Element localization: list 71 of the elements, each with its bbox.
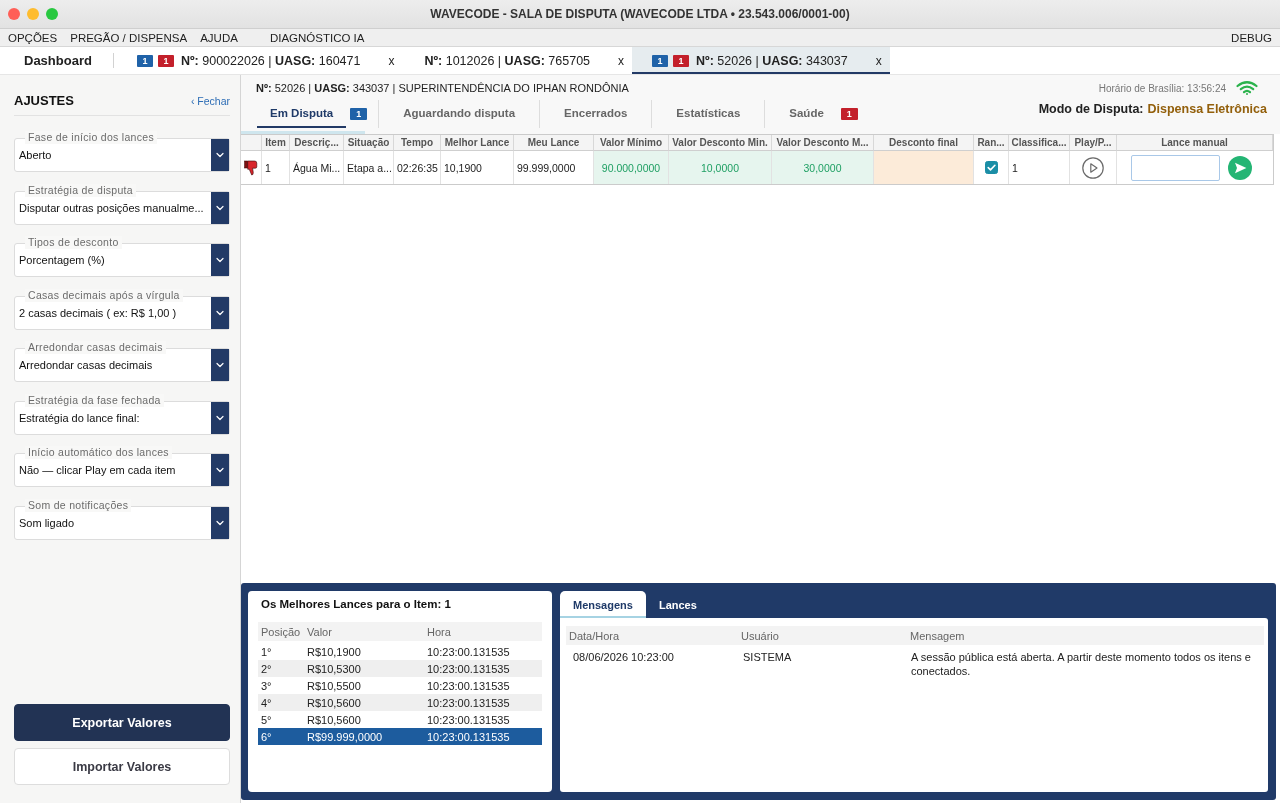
mode-value: Dispensa Eletrônica <box>1147 102 1267 116</box>
column-header: Mensagem <box>909 629 966 642</box>
table-cell: 30,0000 <box>772 151 874 184</box>
field-label: Arredondar casas decimais <box>25 341 166 354</box>
field-label: Casas decimais após a vírgula <box>25 288 183 302</box>
column-header: Meu Lance <box>514 135 594 151</box>
column-header: Lance manual <box>1117 135 1273 151</box>
table-cell-text: R$10,5500 <box>306 679 362 692</box>
table-cell-text: 10:23:00.131535 <box>426 730 511 743</box>
column-header: Valor Desconto M... <box>772 135 874 151</box>
table-cell-text: 10:23:00.131535 <box>426 713 511 726</box>
column-header: Ran... <box>974 135 1009 151</box>
clock-text: Horário de Brasília: 13:56:24 <box>1098 82 1226 94</box>
table-cell-text: 1° <box>260 645 273 658</box>
column-header: Valor <box>306 625 333 638</box>
table-cell-text: 4° <box>260 696 273 709</box>
sidebar-title: AJUSTES <box>14 93 74 109</box>
table-cell-text: R$10,1900 <box>306 645 362 658</box>
field-label: Estratégia de disputa <box>25 183 136 197</box>
field-label: Início automático dos lances <box>25 446 172 459</box>
table-cell: 10,1900 <box>441 151 514 184</box>
table-cell-text: 10:23:00.131535 <box>426 696 511 709</box>
table-cell: Etapa a... <box>344 151 394 184</box>
column-header: Data/Hora <box>568 629 621 642</box>
mode-label: Modo de Disputa: <box>1038 102 1144 116</box>
column-header: Valor Mínimo <box>594 135 669 151</box>
table-cell: 02:26:35 <box>394 151 441 184</box>
column-header: Play/P... <box>1070 135 1117 151</box>
table-cell: 1 <box>262 151 290 184</box>
table-cell-text: 3° <box>260 679 273 692</box>
column-header: Melhor Lance <box>441 135 514 151</box>
table-cell: 1 <box>1009 151 1070 184</box>
column-header: Posição <box>260 625 302 638</box>
table-cell: 90.000,0000 <box>594 151 669 184</box>
table-cell-text: R$10,5600 <box>306 713 362 726</box>
message-text: A sessão pública está aberta. A partir deste momento todos os itens e conectados. <box>910 650 1252 678</box>
table-cell-text: 10:23:00.131535 <box>426 662 511 675</box>
table-cell-text: R$99.999,0000 <box>306 730 384 743</box>
count-badge: 1 <box>840 108 858 120</box>
table-cell: Água Mi... <box>290 151 344 184</box>
table-cell-text: R$10,5300 <box>306 662 362 675</box>
table-cell-text: 5° <box>260 713 273 726</box>
window-title: WAVECODE - SALA DE DISPUTA (WAVECODE LTDA • 23.543.006/0001-00) <box>430 7 850 21</box>
table-cell: 10,0000 <box>669 151 772 184</box>
table-cell-text: 10:23:00.131535 <box>426 645 511 658</box>
table-cell-text: 10:23:00.131535 <box>426 679 511 692</box>
column-header: Classifica... <box>1009 135 1070 151</box>
count-badge: 1 <box>137 54 153 67</box>
count-badge: 1 <box>350 108 368 120</box>
field-label: Fase de início dos lances <box>25 131 157 144</box>
process-info: Nº: 52026 | UASG: 343037 | SUPERINTENDÊNCIA DO IPHAN RONDÔNIA <box>256 82 629 94</box>
count-badge: 1 <box>673 54 690 67</box>
field-label: Estratégia da fase fechada <box>25 393 164 407</box>
column-header: Situação <box>344 135 394 151</box>
column-header: Desconto final <box>874 135 974 151</box>
card-title: Os Melhores Lances para o Item: 1 <box>260 598 452 611</box>
column-header: Tempo <box>394 135 441 151</box>
column-header: Descriç... <box>290 135 344 151</box>
table-cell-text: R$10,5600 <box>306 696 362 709</box>
count-badge: 1 <box>158 54 174 67</box>
table-cell-text: 2° <box>260 662 273 675</box>
column-header: Hora <box>426 625 452 638</box>
field-label: Som de notificações <box>25 498 132 512</box>
table-cell-text: SISTEMA <box>742 650 793 665</box>
column-header: Usuário <box>740 629 780 642</box>
field-label: Tipos de desconto <box>25 236 122 249</box>
count-badge: 1 <box>652 54 669 67</box>
column-header: Item <box>262 135 290 151</box>
table-cell-text: 6° <box>260 730 273 743</box>
table-cell-text: 08/06/2026 10:23:00 <box>572 650 675 665</box>
column-header: Valor Desconto Min. <box>669 135 772 151</box>
